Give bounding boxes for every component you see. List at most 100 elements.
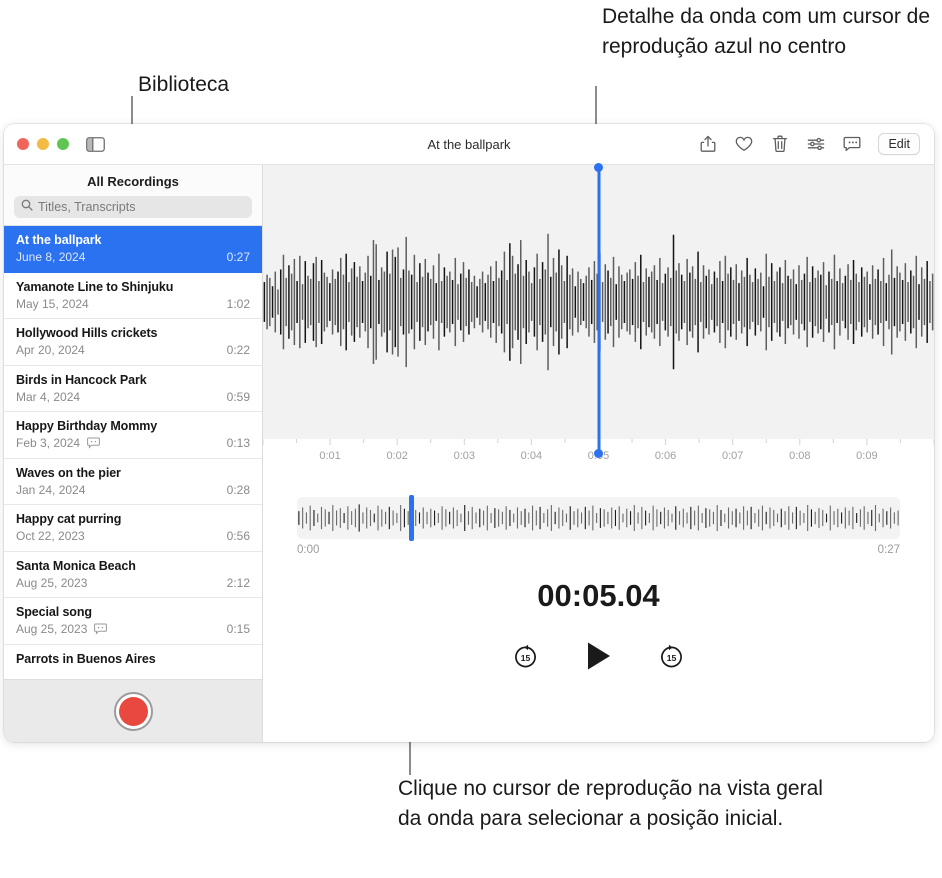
recording-list-item[interactable]: Special song Aug 25, 2023 0:15 [4,598,262,645]
overview-end-time: 0:27 [877,544,900,556]
recording-list-item[interactable]: Waves on the pier Jan 24, 2024 0:28 [4,459,262,505]
recording-list-item[interactable]: Happy cat purring Oct 22, 2023 0:56 [4,505,262,552]
edit-button[interactable]: Edit [878,133,920,155]
recording-date: May 15, 2024 [16,296,89,311]
waveform-overview[interactable] [297,495,900,541]
overview-start-time: 0:00 [297,544,320,556]
recording-duration: 0:22 [226,343,250,357]
record-bar [4,679,262,742]
recording-duration: 0:15 [226,622,250,636]
playhead-cursor[interactable] [597,165,600,454]
recording-list-item[interactable]: Happy Birthday Mommy Feb 3, 2024 0:13 [4,412,262,459]
recording-meta: Oct 22, 2023 0:56 [16,529,250,543]
play-button[interactable] [582,639,616,673]
recording-title: Happy cat purring [16,512,122,526]
recording-title: Parrots in Buenos Aires [16,651,156,666]
recording-list-item[interactable]: Parrots in Buenos Aires [4,645,262,680]
recording-date: Jan 24, 2024 [16,482,86,497]
recording-meta: May 15, 2024 1:02 [16,297,250,311]
recording-meta: Feb 3, 2024 0:13 [16,436,250,450]
recording-title: Waves on the pier [16,465,121,480]
recording-list-item[interactable]: Birds in Hancock Park Mar 4, 2024 0:59 [4,366,262,412]
traffic-light-buttons [17,138,69,150]
ruler-tick-label: 0:02 [386,450,407,462]
recording-date: Aug 25, 2023 [16,622,88,636]
recording-meta: Aug 25, 2023 2:12 [16,576,250,590]
ruler-tick-label: 0:03 [454,450,475,462]
share-icon[interactable] [698,134,718,154]
window-toolbar: Edit [698,133,920,155]
voice-memos-window: At the ballpark Edit All Recordings Titl… [4,124,934,742]
skip-forward-15-icon[interactable]: 15 [656,640,688,672]
library-sidebar: All Recordings Titles, Transcripts At th… [4,165,263,742]
recording-duration: 0:56 [226,529,250,543]
recording-list-item[interactable]: Yamanote Line to Shinjuku May 15, 2024 1:0… [4,273,262,319]
overview-playhead-cursor[interactable] [408,495,414,541]
skip-back-15-label: 15 [521,653,531,663]
recording-list-item[interactable]: Santa Monica Beach Aug 25, 2023 2:12 [4,552,262,598]
close-window-button[interactable] [17,138,29,150]
transcript-badge-icon [87,437,100,449]
recording-title: Santa Monica Beach [16,558,136,573]
recording-list-item[interactable]: Hollywood Hills crickets Apr 20, 2024 0:22 [4,319,262,366]
search-container: Titles, Transcripts [4,196,262,225]
transcript-badge-icon [94,623,108,635]
sidebar-toggle-icon[interactable] [86,136,105,152]
skip-back-15-icon[interactable]: 15 [510,640,542,672]
recording-date: Mar 4, 2024 [16,389,81,404]
recording-meta: Apr 20, 2024 0:22 [16,343,250,357]
minimize-window-button[interactable] [37,138,49,150]
recordings-list[interactable]: At the ballpark June 8, 2024 0:27 Yamanote … [4,225,262,679]
waveform-overview-container: 0:00 0:27 [263,475,934,556]
heart-icon[interactable] [734,134,754,154]
recording-title: Yamanote Line to Shinjuku [16,279,174,294]
search-icon [21,198,33,216]
recording-duration: 0:28 [226,482,250,497]
recording-duration: 2:12 [226,575,250,590]
recording-meta: Jan 24, 2024 0:28 [16,483,250,497]
recording-meta: June 8, 2024 0:27 [16,250,250,264]
recording-list-item[interactable]: At the ballpark June 8, 2024 0:27 [4,226,262,273]
zoom-window-button[interactable] [57,138,69,150]
trash-icon[interactable] [770,134,790,154]
search-input[interactable]: Titles, Transcripts [14,196,252,218]
ruler-tick-label: 0:01 [319,450,340,462]
callout-waveform-detail-label: Detalhe da onda com um cursor de reprodu… [602,5,931,58]
callout-library-label: Biblioteca [138,73,230,96]
sidebar-header-title: All Recordings [87,174,179,189]
record-button-inner [118,696,148,726]
recording-date: June 8, 2024 [16,250,86,264]
overview-time-labels: 0:00 0:27 [297,544,900,556]
recording-title: Special song [16,605,92,619]
player-detail-pane: 0:010:020:030:040:050:060:070:080:09 0:0… [263,165,934,742]
recording-title: Hollywood Hills crickets [16,326,158,340]
skip-forward-15-label: 15 [667,653,677,663]
recording-date: Apr 20, 2024 [16,343,85,357]
recording-duration: 0:59 [226,389,250,404]
recording-title: Happy Birthday Mommy [16,419,158,433]
recording-duration: 0:27 [226,250,250,264]
ruler-tick-label: 0:04 [521,450,542,462]
transport-controls: 15 15 [263,639,934,673]
window-titlebar: At the ballpark Edit [4,124,934,165]
recording-title: At the ballpark [16,233,102,247]
ruler-tick-label: 0:09 [856,450,877,462]
recording-date: Feb 3, 2024 [16,436,81,450]
recording-date: Oct 22, 2023 [16,529,85,543]
transcript-icon[interactable] [842,134,862,154]
sliders-icon[interactable] [806,134,826,154]
window-body: All Recordings Titles, Transcripts At th… [4,165,934,742]
record-button[interactable] [113,691,153,731]
recording-meta: Aug 25, 2023 0:15 [16,622,250,636]
recording-duration: 1:02 [226,296,250,311]
recording-title: Birds in Hancock Park [16,372,147,387]
ruler-tick-label: 0:08 [789,450,810,462]
ruler-tick-label: 0:06 [655,450,676,462]
current-timecode: 00:05.04 [537,578,660,613]
search-placeholder-text: Titles, Transcripts [38,200,136,214]
ruler-tick-label: 0:07 [722,450,743,462]
callout-playhead-hint-label: Clique no cursor de reprodução na vista … [398,777,823,830]
recording-duration: 0:13 [226,436,250,450]
recording-meta: Mar 4, 2024 0:59 [16,390,250,404]
recording-date: Aug 25, 2023 [16,575,88,590]
